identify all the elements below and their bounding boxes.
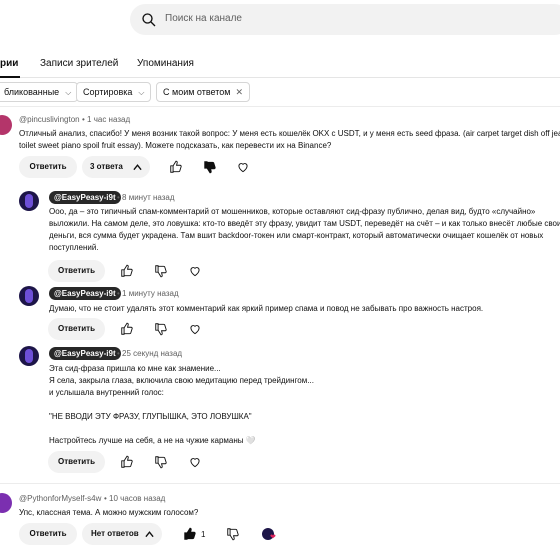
chevron-down-icon: ⌵ <box>65 88 72 97</box>
dislike-icon[interactable] <box>154 322 168 336</box>
reply-button[interactable]: Ответить <box>19 156 77 178</box>
search-placeholder[interactable]: Поиск на канале <box>165 13 242 24</box>
like-icon[interactable] <box>120 322 134 336</box>
comment-line: toilet sweet piano spoil fruit essay). М… <box>19 141 332 150</box>
avatar[interactable] <box>0 115 12 135</box>
heart-icon: ❤ <box>270 534 276 541</box>
reply-line: и услышала внутренний голос: <box>49 388 164 397</box>
filter-sort[interactable]: Сортировка ⌵ <box>76 82 152 102</box>
reply-button[interactable]: Ответить <box>48 260 105 282</box>
tab-bar: рии Записи зрителей Упоминания <box>0 50 560 78</box>
reply-text: Эта сид-фраза пришла ко мне как знамение… <box>49 363 560 447</box>
reply-author-tag[interactable]: @EasyPeasy-i9t <box>49 191 121 204</box>
replies-toggle-button[interactable]: 3 ответа <box>82 156 150 178</box>
replies-toggle-button[interactable]: Нет ответов <box>82 523 162 545</box>
reply-line <box>49 399 560 411</box>
tab-viewer-posts[interactable]: Записи зрителей <box>40 58 118 69</box>
reply-line: Ооо, да – это типичный спам-комментарий … <box>49 207 536 216</box>
reply-time-value[interactable]: 25 секунд назад <box>122 349 182 358</box>
heart-icon[interactable] <box>188 322 202 336</box>
reply-line <box>49 423 560 435</box>
comment-line: Отличный анализ, спасибо! У меня возник … <box>19 129 560 138</box>
comment-time[interactable]: • 10 часов назад <box>104 494 165 503</box>
filter-sort-label: Сортировка <box>83 87 133 97</box>
tab-mentions[interactable]: Упоминания <box>137 58 194 69</box>
search-icon[interactable] <box>140 11 158 29</box>
reply-text: Думаю, что не стоит удалять этот коммент… <box>49 303 560 315</box>
close-icon[interactable]: ✕ <box>235 83 243 101</box>
comment-time-value[interactable]: 1 час назад <box>87 115 130 124</box>
like-icon[interactable] <box>183 527 197 541</box>
reply-avatar[interactable] <box>19 346 39 366</box>
reply-time[interactable]: • 1 минуту назад <box>117 289 179 298</box>
filter-my-reply[interactable]: С моим ответом ✕ <box>156 82 250 102</box>
reply-time-value[interactable]: 8 минут назад <box>122 193 175 202</box>
divider <box>0 106 560 107</box>
active-tab-indicator <box>0 76 20 78</box>
avatar[interactable] <box>0 493 12 513</box>
reply-line: деньги, вся сумма будет украдена. Там вш… <box>49 231 544 240</box>
dislike-icon[interactable] <box>154 264 168 278</box>
heart-icon[interactable] <box>188 455 202 469</box>
reply-author-tag[interactable]: @EasyPeasy-i9t <box>49 287 121 300</box>
reply-text: Ооо, да – это типичный спам-комментарий … <box>49 206 560 254</box>
chevron-up-icon <box>145 531 154 538</box>
comment-author[interactable]: @pincuslivington <box>19 115 80 124</box>
filter-my-reply-label: С моим ответом <box>163 87 231 97</box>
like-icon[interactable] <box>169 160 183 174</box>
reply-line: поступлений. <box>49 243 99 252</box>
reply-line: Я села, закрыла глаза, включила свою мед… <box>49 376 314 385</box>
dislike-icon[interactable] <box>226 527 240 541</box>
search-box[interactable]: Поиск на канале <box>130 4 560 35</box>
comment-line: Упс, классная тема. А можно мужским голо… <box>19 508 199 517</box>
heart-icon[interactable] <box>188 264 202 278</box>
reply-line: Думаю, что не стоит удалять этот коммент… <box>49 304 484 313</box>
reply-button[interactable]: Ответить <box>48 451 105 473</box>
comment-text: Упс, классная тема. А можно мужским голо… <box>19 507 539 519</box>
comment-time[interactable]: • 1 час назад <box>82 115 130 124</box>
reply-line: "НЕ ВВОДИ ЭТУ ФРАЗУ, ГЛУПЫШКА, ЭТО ЛОВУШ… <box>49 412 252 421</box>
dislike-icon[interactable] <box>154 455 168 469</box>
reply-avatar[interactable] <box>19 191 39 211</box>
reply-button[interactable]: Ответить <box>48 318 105 340</box>
comment-author[interactable]: @PythonforMyself-s4w <box>19 494 101 503</box>
tab-comments[interactable]: рии <box>0 58 18 69</box>
comment-time-value[interactable]: 10 часов назад <box>109 494 165 503</box>
like-icon[interactable] <box>120 455 134 469</box>
like-icon[interactable] <box>120 264 134 278</box>
replies-toggle-label: Нет ответов <box>91 529 139 538</box>
top-bar: Поиск на канале <box>0 0 560 40</box>
reply-time-value[interactable]: 1 минуту назад <box>122 289 179 298</box>
reply-time[interactable]: • 25 секунд назад <box>117 349 182 358</box>
heart-icon[interactable] <box>236 160 250 174</box>
reply-line: Настройтесь лучше на себя, а не на чужие… <box>49 436 256 445</box>
chevron-up-icon <box>133 164 142 171</box>
reply-author-tag[interactable]: @EasyPeasy-i9t <box>49 347 121 360</box>
divider <box>0 483 560 484</box>
filter-published-label: бликованные <box>4 87 60 97</box>
reply-line: Эта сид-фраза пришла ко мне как знамение… <box>49 364 221 373</box>
like-count: 1 <box>201 530 206 539</box>
replies-toggle-label: 3 ответа <box>90 162 123 171</box>
dislike-icon[interactable] <box>203 160 217 174</box>
reply-time[interactable]: • 8 минут назад <box>117 193 175 202</box>
reply-line: выложили. На самом деле, это ловушка: кт… <box>49 219 560 228</box>
filter-published[interactable]: бликованные ⌵ <box>0 82 79 102</box>
comment-text: Отличный анализ, спасибо! У меня возник … <box>19 128 560 152</box>
chevron-down-icon: ⌵ <box>138 88 145 97</box>
reply-button[interactable]: Ответить <box>19 523 77 545</box>
reply-avatar[interactable] <box>19 286 39 306</box>
